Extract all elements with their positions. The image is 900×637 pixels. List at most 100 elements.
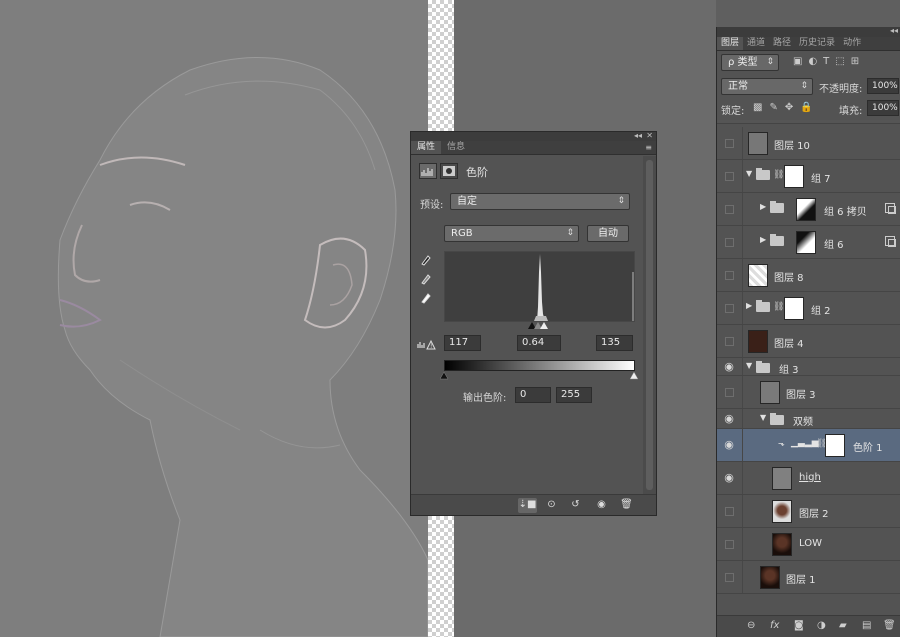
clip-to-layer-icon[interactable]: ⇣■ (518, 498, 537, 513)
expand-caret-icon[interactable]: ▼ (746, 361, 752, 370)
output-white-field[interactable]: 255 (556, 387, 592, 403)
black-point-eyedropper-icon[interactable] (420, 252, 432, 269)
new-layer-icon[interactable]: ▤ (862, 620, 871, 631)
clip-warning-icon[interactable]: ! (417, 338, 437, 353)
link-icon[interactable]: ⛓ (773, 302, 784, 312)
visibility-toggle[interactable] (725, 573, 734, 582)
reset-icon[interactable]: ↺ (566, 498, 585, 513)
input-sliders[interactable] (528, 321, 552, 333)
input-white-field[interactable]: 135 (596, 335, 633, 351)
panel-menu-icon[interactable]: ≡ (645, 143, 652, 152)
layer-row[interactable]: LOW (717, 528, 900, 561)
mask-icon[interactable]: ◙ (794, 620, 804, 631)
visibility-toggle[interactable] (725, 238, 734, 247)
expand-caret-icon[interactable]: ▼ (746, 169, 752, 178)
expand-caret-icon[interactable]: ▶ (760, 235, 766, 244)
levels-icon[interactable] (419, 163, 437, 179)
visibility-eye-icon[interactable]: ◉ (722, 413, 736, 425)
document-canvas[interactable] (0, 0, 428, 637)
visibility-toggle[interactable] (725, 388, 734, 397)
group-icon[interactable]: ▰ (839, 620, 847, 631)
layer-row[interactable]: 图层 1 (717, 561, 900, 594)
expand-caret-icon[interactable]: ▼ (760, 413, 766, 422)
layer-row[interactable]: ▶ 组 6 (717, 226, 900, 259)
visibility-toggle[interactable] (725, 540, 734, 549)
layer-row[interactable]: ▼ ⛓ 组 7 (717, 160, 900, 193)
collapse-icon[interactable]: ◂◂ (634, 131, 642, 140)
layer-name: 组 7 (811, 174, 831, 185)
properties-scrollbar[interactable] (643, 156, 656, 496)
adjustment-icon[interactable]: ◑ (817, 620, 826, 631)
view-previous-icon[interactable]: ⊙ (542, 498, 561, 513)
folder-icon (770, 234, 784, 246)
layers-titlebar[interactable]: ◂◂ (717, 26, 900, 37)
link-icon[interactable]: ⛓ (773, 170, 784, 180)
properties-panel[interactable]: ◂◂ ✕ 属性 信息 ≡ 色阶 预设: 自定 ⇕ RGB ⇕ 自动 ! 117 … (410, 131, 657, 516)
layer-row[interactable]: ◉ ▼ 双频 (717, 409, 900, 429)
filter-type-icons[interactable]: ▣◐T⬚⊞ (793, 56, 865, 67)
panel-titlebar[interactable]: ◂◂ ✕ (411, 131, 656, 141)
layer-row[interactable]: 图层 10 (717, 127, 900, 160)
tab-info[interactable]: 信息 (441, 141, 471, 154)
tab-channels[interactable]: 通道 (743, 37, 769, 50)
layer-filter-dropdown[interactable]: ρ 类型 ⇕ (721, 54, 779, 71)
layer-row[interactable]: ▶ 组 6 拷贝 (717, 193, 900, 226)
layer-list-top (717, 120, 900, 124)
link-icon[interactable]: ⊖ (747, 620, 755, 631)
white-point-eyedropper-icon[interactable] (420, 290, 432, 307)
visibility-toggle[interactable] (725, 337, 734, 346)
layer-name: 组 3 (779, 365, 799, 376)
collapse-icon[interactable]: ◂◂ (890, 26, 898, 35)
folder-icon (756, 300, 770, 312)
tab-actions[interactable]: 动作 (839, 37, 865, 50)
expand-caret-icon[interactable]: ▶ (746, 301, 752, 310)
layer-row[interactable]: ▶ ⛓ 组 2 (717, 292, 900, 325)
visibility-eye-icon[interactable]: ◉ (592, 498, 611, 513)
layer-row[interactable]: 图层 4 (717, 325, 900, 358)
visibility-toggle[interactable] (725, 205, 734, 214)
channel-dropdown[interactable]: RGB ⇕ (444, 225, 579, 242)
blend-mode-dropdown[interactable]: 正常 ⇕ (721, 78, 813, 95)
close-icon[interactable]: ✕ (646, 131, 653, 140)
visibility-toggle[interactable] (725, 507, 734, 516)
opacity-field[interactable]: 100% (867, 78, 899, 94)
visibility-toggle[interactable] (725, 139, 734, 148)
tab-layers[interactable]: 图层 (717, 37, 744, 50)
visibility-eye-icon[interactable]: ◉ (722, 439, 736, 451)
output-black-slider[interactable] (439, 371, 449, 383)
delete-icon[interactable]: 🗑 (883, 620, 896, 631)
visibility-toggle[interactable] (725, 172, 734, 181)
tab-history[interactable]: 历史记录 (795, 37, 839, 50)
input-black-field[interactable]: 117 (444, 335, 481, 351)
mask-thumbnail (784, 165, 804, 188)
layer-row[interactable]: ◉ ▼ 组 3 (717, 358, 900, 376)
gray-point-eyedropper-icon[interactable] (420, 271, 432, 288)
delete-icon[interactable]: 🗑 (617, 498, 636, 513)
expand-caret-icon[interactable]: ▶ (760, 202, 766, 211)
mask-thumbnail (796, 231, 816, 254)
visibility-eye-icon[interactable]: ◉ (722, 472, 736, 484)
layer-row-selected[interactable]: ◉ ⬎ ▁▃▂▅ ⛓ 色阶 1 (717, 429, 900, 462)
mask-thumbnail (825, 434, 845, 457)
layer-row[interactable]: 图层 2 (717, 495, 900, 528)
fx-icon[interactable]: fx (770, 620, 779, 631)
layer-row[interactable]: 图层 8 (717, 259, 900, 292)
input-gamma-field[interactable]: 0.64 (517, 335, 561, 351)
lock-icons[interactable]: ▩✎✥🔒 (753, 102, 820, 113)
tab-paths[interactable]: 路径 (769, 37, 795, 50)
layer-row[interactable]: ◉ high (717, 462, 900, 495)
mask-icon[interactable] (440, 163, 458, 179)
fill-field[interactable]: 100% (867, 100, 899, 116)
layer-row[interactable]: 图层 3 (717, 376, 900, 409)
layers-panel[interactable]: ◂◂ 图层 通道 路径 历史记录 动作 ρ 类型 ⇕ ▣◐T⬚⊞ 正常 ⇕ 不透明度… (716, 26, 900, 637)
visibility-eye-icon[interactable]: ◉ (722, 361, 736, 373)
output-black-field[interactable]: 0 (515, 387, 551, 403)
preset-dropdown[interactable]: 自定 ⇕ (450, 193, 630, 210)
scrollbar-thumb[interactable] (646, 160, 653, 490)
histogram (444, 251, 635, 322)
output-white-slider[interactable] (629, 371, 639, 383)
visibility-toggle[interactable] (725, 271, 734, 280)
auto-button[interactable]: 自动 (587, 225, 629, 242)
visibility-toggle[interactable] (725, 304, 734, 313)
tab-properties[interactable]: 属性 (411, 141, 442, 154)
